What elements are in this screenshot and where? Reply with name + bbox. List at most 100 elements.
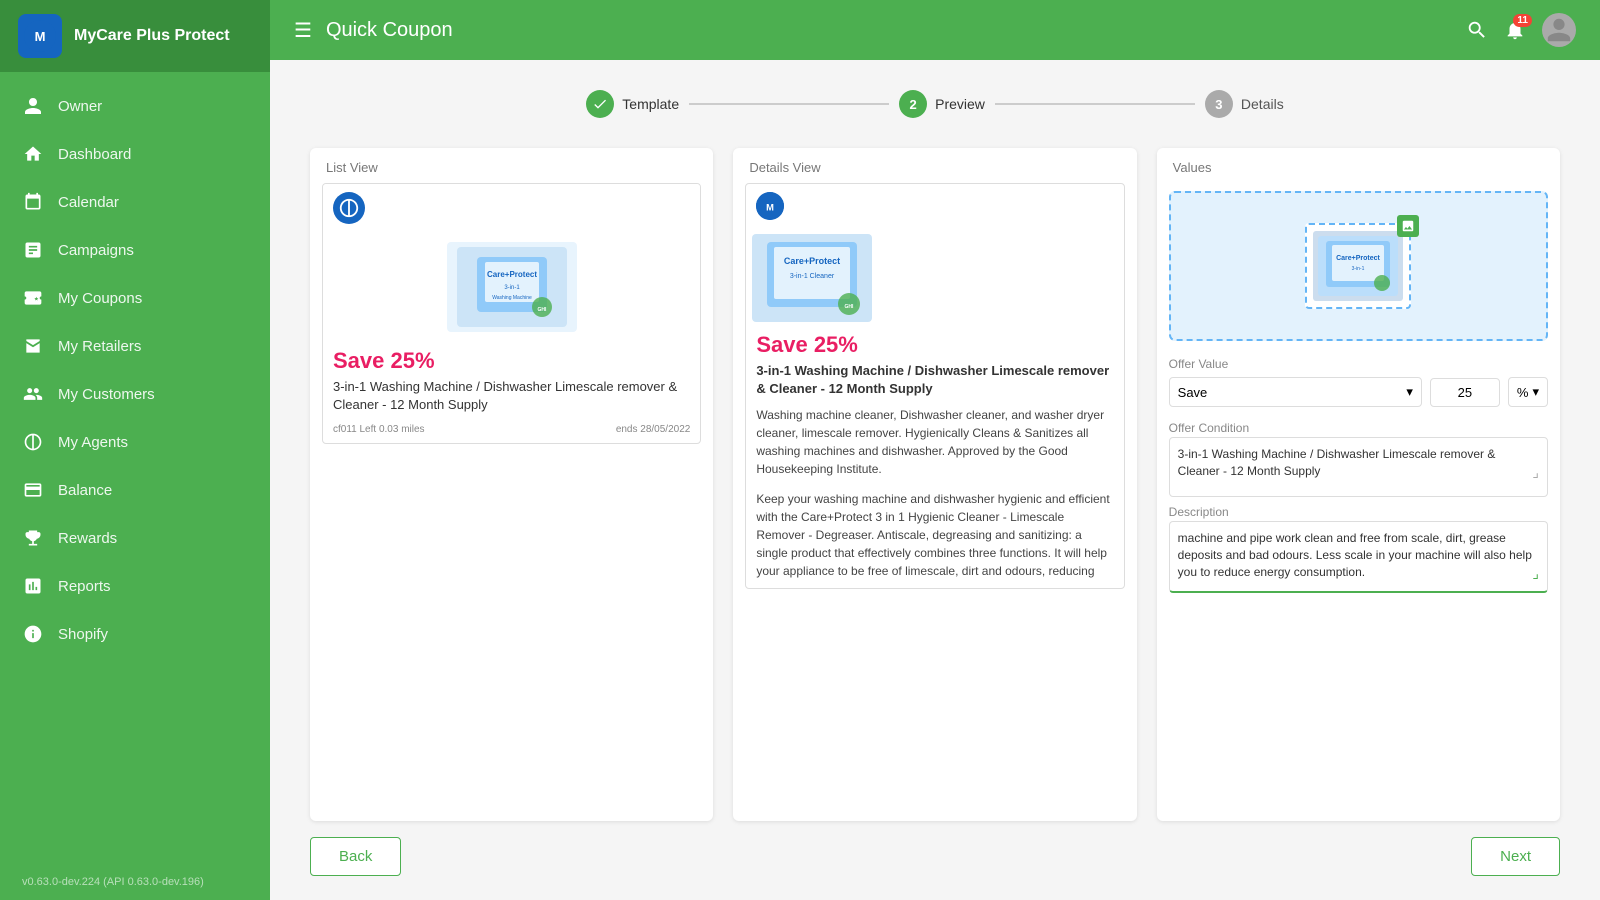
home-icon: [22, 143, 44, 165]
list-footer-left: cf011 Left 0.03 miles: [333, 424, 425, 435]
step-template: Template: [586, 90, 679, 118]
agents-icon: [22, 431, 44, 453]
details-description-1: Washing machine cleaner, Dishwasher clea…: [746, 402, 1123, 486]
search-button[interactable]: [1466, 19, 1488, 41]
sidebar-item-my-retailers[interactable]: My Retailers: [0, 322, 270, 370]
offer-value-section: Offer Value Save ▾ % ▾: [1157, 349, 1560, 415]
step-preview: 2 Preview: [899, 90, 985, 118]
step-2-circle: 2: [899, 90, 927, 118]
list-product-title: 3-in-1 Washing Machine / Dishwasher Lime…: [323, 376, 700, 420]
sidebar-label-balance: Balance: [58, 482, 112, 499]
sidebar-item-owner[interactable]: Owner: [0, 82, 270, 130]
offer-value-number-input[interactable]: [1430, 378, 1500, 407]
notifications-button[interactable]: 11: [1504, 19, 1526, 41]
sidebar-item-rewards[interactable]: Rewards: [0, 514, 270, 562]
offer-condition-textarea[interactable]: 3-in-1 Washing Machine / Dishwasher Lime…: [1169, 437, 1548, 497]
step-connector-1: [689, 103, 889, 105]
details-save-text: Save 25%: [746, 328, 1123, 360]
notification-count: 11: [1513, 14, 1532, 27]
details-description-2: Keep your washing machine and dishwasher…: [746, 486, 1123, 588]
stepper: Template 2 Preview 3 Details: [310, 90, 1560, 118]
offer-type-select[interactable]: Save ▾: [1169, 377, 1422, 407]
main-area: ☰ Quick Coupon 11 Template: [270, 0, 1600, 900]
list-product-image-box: Care+Protect 3-in-1 Washing Machine GHI: [447, 242, 577, 332]
step-3-label: Details: [1241, 96, 1284, 112]
description-textarea[interactable]: machine and pipe work clean and free fro…: [1169, 521, 1548, 593]
image-upload-area[interactable]: Care+Protect 3-in-1: [1169, 191, 1548, 341]
svg-text:Care+Protect: Care+Protect: [1336, 255, 1380, 262]
campaigns-icon: [22, 239, 44, 261]
list-product-image-container: Care+Protect 3-in-1 Washing Machine GHI: [323, 232, 700, 342]
sidebar-item-my-agents[interactable]: My Agents: [0, 418, 270, 466]
description-resize: ⌟: [1532, 564, 1539, 584]
offer-unit-select[interactable]: % ▾: [1508, 377, 1548, 407]
sidebar-label-dashboard: Dashboard: [58, 146, 131, 163]
coupons-icon: [22, 287, 44, 309]
sidebar-item-my-customers[interactable]: My Customers: [0, 370, 270, 418]
description-value: machine and pipe work clean and free fro…: [1178, 531, 1532, 579]
offer-unit-chevron: ▾: [1532, 384, 1539, 400]
offer-value-label: Offer Value: [1169, 357, 1548, 371]
sidebar-item-calendar[interactable]: Calendar: [0, 178, 270, 226]
details-brand-logo: M: [756, 192, 784, 220]
sidebar-label-calendar: Calendar: [58, 194, 119, 211]
offer-type-value: Save: [1178, 385, 1208, 400]
svg-text:Care+Protect: Care+Protect: [487, 270, 537, 279]
svg-text:Washing Machine: Washing Machine: [492, 295, 532, 301]
sidebar-item-campaigns[interactable]: Campaigns: [0, 226, 270, 274]
sidebar-label-reports: Reports: [58, 578, 111, 595]
list-card-footer: cf011 Left 0.03 miles ends 28/05/2022: [323, 420, 700, 443]
sidebar-label-rewards: Rewards: [58, 530, 117, 547]
list-brand-logo: [333, 192, 365, 224]
details-view-card: Details View M Care+Protect 3-in: [733, 148, 1136, 821]
offer-type-chevron: ▾: [1406, 384, 1413, 400]
sidebar-label-my-agents: My Agents: [58, 434, 128, 451]
list-view-card: List View Care+Protect: [310, 148, 713, 821]
details-header: M: [746, 184, 1123, 228]
topbar-icons: 11: [1466, 13, 1576, 47]
image-inner-box: Care+Protect 3-in-1: [1305, 223, 1411, 309]
sidebar-label-owner: Owner: [58, 98, 102, 115]
sidebar-item-shopify[interactable]: Shopify: [0, 610, 270, 658]
person-icon: [22, 95, 44, 117]
page-title: Quick Coupon: [326, 19, 453, 42]
sidebar-label-my-customers: My Customers: [58, 386, 155, 403]
sidebar-label-my-coupons: My Coupons: [58, 290, 142, 307]
image-upload-icon: [1397, 215, 1419, 237]
bottom-bar: Back Next: [310, 821, 1560, 880]
sidebar-item-my-coupons[interactable]: My Coupons: [0, 274, 270, 322]
app-name: MyCare Plus Protect: [74, 27, 230, 45]
version-text: v0.63.0-dev.224 (API 0.63.0-dev.196): [0, 864, 270, 900]
sidebar-item-dashboard[interactable]: Dashboard: [0, 130, 270, 178]
sidebar-label-shopify: Shopify: [58, 626, 108, 643]
shopify-icon: [22, 623, 44, 645]
svg-text:3-in-1 Cleaner: 3-in-1 Cleaner: [790, 273, 835, 280]
customers-icon: [22, 383, 44, 405]
svg-text:3-in-1: 3-in-1: [1352, 266, 1365, 272]
app-logo: M: [18, 14, 62, 58]
sidebar-item-reports[interactable]: Reports: [0, 562, 270, 610]
rewards-icon: [22, 527, 44, 549]
sidebar-header: M MyCare Plus Protect: [0, 0, 270, 72]
sidebar: M MyCare Plus Protect Owner Dashboard Ca…: [0, 0, 270, 900]
retailers-icon: [22, 335, 44, 357]
user-avatar[interactable]: [1542, 13, 1576, 47]
back-button[interactable]: Back: [310, 837, 401, 876]
next-button[interactable]: Next: [1471, 837, 1560, 876]
offer-value-row: Save ▾ % ▾: [1169, 377, 1548, 407]
details-view-inner: M Care+Protect 3-in-1 Cleaner GHI: [745, 183, 1124, 589]
step-1-circle: [586, 90, 614, 118]
list-footer-right: ends 28/05/2022: [616, 424, 691, 435]
sidebar-item-balance[interactable]: Balance: [0, 466, 270, 514]
details-product-image: Care+Protect 3-in-1 Cleaner GHI: [746, 228, 1123, 328]
menu-icon[interactable]: ☰: [294, 18, 312, 43]
offer-unit-value: %: [1517, 385, 1529, 400]
svg-text:M: M: [35, 29, 46, 44]
offer-condition-value: 3-in-1 Washing Machine / Dishwasher Lime…: [1178, 447, 1496, 478]
product-thumbnail: Care+Protect 3-in-1: [1313, 231, 1403, 301]
step-details: 3 Details: [1205, 90, 1284, 118]
step-3-circle: 3: [1205, 90, 1233, 118]
reports-icon: [22, 575, 44, 597]
cards-row: List View Care+Protect: [310, 148, 1560, 821]
step-connector-2: [995, 103, 1195, 105]
